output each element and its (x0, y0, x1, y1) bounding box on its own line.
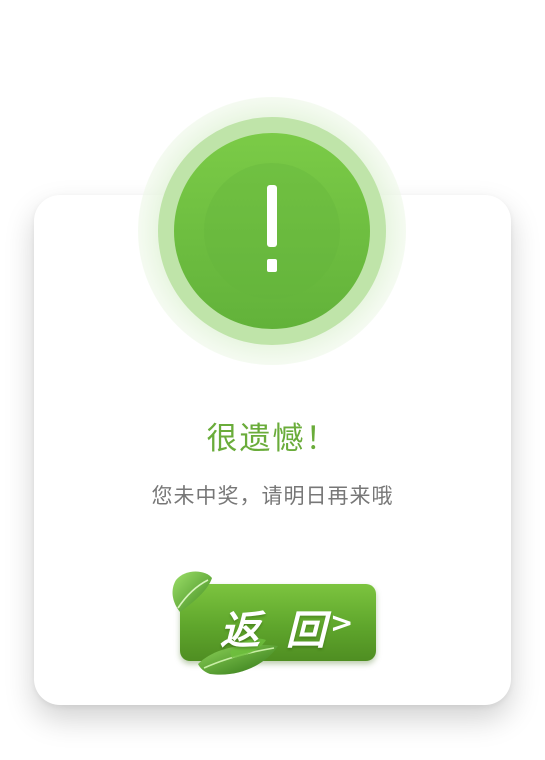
result-title: 很遗憾！ (206, 421, 339, 457)
chevron-right-icon[interactable]: > (330, 606, 353, 639)
return-button[interactable]: 返 回 > (170, 568, 380, 680)
exclamation-badge (138, 97, 406, 365)
exclamation-icon (138, 97, 406, 365)
result-screen: 很遗憾！ 您未中奖，请明日再来哦 返 回 > (0, 0, 545, 760)
result-message: 您未中奖，请明日再来哦 (151, 484, 394, 508)
return-button-label[interactable]: 返 回 (220, 598, 332, 656)
